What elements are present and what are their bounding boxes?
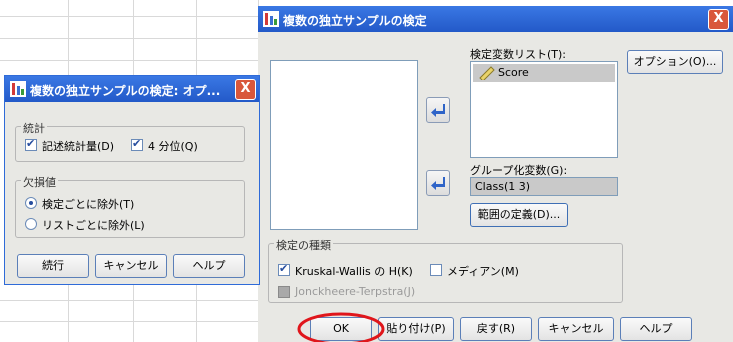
arrow-left-icon	[431, 104, 445, 117]
grouping-variable-label: グループ化変数(G):	[470, 164, 568, 177]
move-to-test-list-button[interactable]	[426, 97, 450, 123]
median-label: メディアン(M)	[447, 265, 519, 278]
main-dialog-title: 複数の独立サンプルの検定	[283, 14, 427, 28]
missing-values-group-label: 欠損値	[21, 174, 58, 190]
list-item[interactable]: Score	[473, 64, 615, 82]
kruskal-wallis-label: Kruskal-Wallis の H(K)	[295, 265, 413, 278]
grouping-variable-value: Class(1 3)	[475, 180, 531, 193]
spss-dialog-icon	[263, 11, 279, 27]
ok-highlight-circle	[297, 312, 385, 342]
list-item-label: Score	[498, 66, 529, 79]
exclude-by-test-label: 検定ごとに除外(T)	[42, 198, 135, 211]
main-dialog-titlebar[interactable]: 複数の独立サンプルの検定	[258, 6, 733, 32]
main-dialog-close-button[interactable]: X	[708, 9, 729, 30]
options-cancel-button[interactable]: キャンセル	[95, 254, 167, 278]
options-dialog: 複数の独立サンプルの検定: オプ... X 統計 記述統計量(D) 4 分位(Q…	[4, 75, 260, 285]
options-dialog-titlebar[interactable]: 複数の独立サンプルの検定: オプ...	[5, 76, 259, 102]
kruskal-wallis-checkbox[interactable]	[278, 262, 290, 276]
main-dialog: 複数の独立サンプルの検定 X 検定変数リスト(T): Score オプション(O…	[258, 6, 733, 342]
options-dialog-title: 複数の独立サンプルの検定: オプ...	[30, 84, 221, 98]
test-variable-list[interactable]: Score	[470, 61, 618, 158]
spss-dialog-icon	[10, 81, 26, 97]
median-checkbox[interactable]	[430, 264, 442, 276]
exclude-by-test-radio[interactable]	[25, 197, 37, 209]
jonckheere-terpstra-checkbox	[278, 286, 290, 298]
descriptive-label: 記述統計量(D)	[42, 140, 115, 153]
move-to-grouping-button[interactable]	[426, 170, 450, 196]
test-variable-list-label: 検定変数リスト(T):	[470, 48, 567, 61]
statistics-group-label: 統計	[21, 120, 47, 136]
help-button[interactable]: ヘルプ	[620, 317, 692, 341]
descriptive-checkbox[interactable]	[25, 137, 37, 151]
options-dialog-close-button[interactable]: X	[235, 79, 256, 100]
source-variable-list[interactable]	[270, 60, 418, 230]
continue-button[interactable]: 続行	[17, 254, 89, 278]
paste-button[interactable]: 貼り付け(P)	[378, 317, 454, 341]
arrow-left-icon	[431, 177, 445, 190]
cancel-button[interactable]: キャンセル	[538, 317, 614, 341]
ruler-scale-icon	[479, 66, 495, 80]
reset-button[interactable]: 戻す(R)	[460, 317, 532, 341]
test-type-group-label: 検定の種類	[274, 237, 333, 253]
options-button[interactable]: オプション(O)...	[627, 50, 723, 74]
exclude-listwise-label: リストごとに除外(L)	[42, 219, 145, 232]
grouping-variable-field[interactable]: Class(1 3)	[470, 177, 618, 196]
quartiles-label: 4 分位(Q)	[148, 140, 198, 153]
jonckheere-terpstra-label: Jonckheere-Terpstra(J)	[295, 285, 416, 298]
define-range-button[interactable]: 範囲の定義(D)...	[470, 203, 568, 227]
exclude-listwise-radio[interactable]	[25, 218, 37, 230]
quartiles-checkbox[interactable]	[131, 137, 143, 151]
options-help-button[interactable]: ヘルプ	[173, 254, 245, 278]
